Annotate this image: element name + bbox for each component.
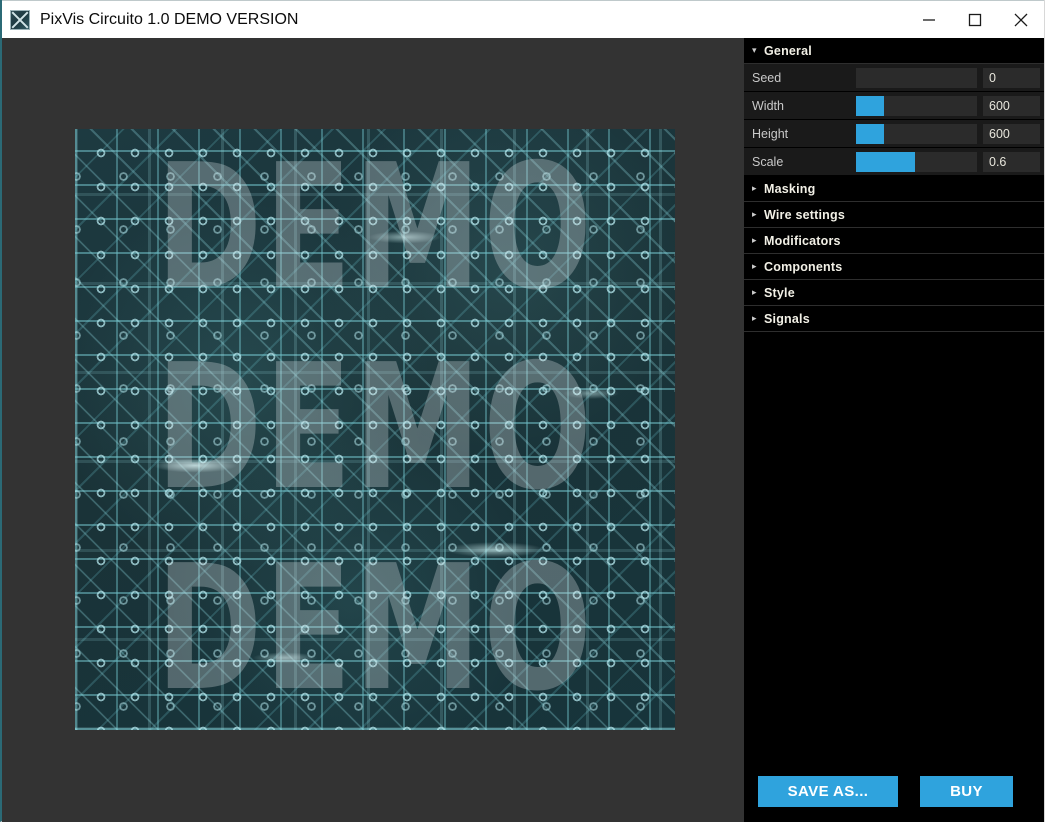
- section-label: Masking: [764, 181, 816, 196]
- chevron-right-icon: ▸: [752, 235, 757, 245]
- close-icon: [1014, 13, 1028, 27]
- section-header-components[interactable]: ▸ Components: [744, 254, 1044, 280]
- section-label: General: [764, 43, 812, 58]
- param-label: Height: [752, 126, 789, 141]
- section-header-masking[interactable]: ▸ Masking: [744, 176, 1044, 202]
- param-row-height: Height 600: [744, 120, 1044, 148]
- section-label: Wire settings: [764, 207, 845, 222]
- param-label: Seed: [752, 70, 782, 85]
- application-window: PixVis Circuito 1.0 DEMO VERSION DEMO DE…: [0, 0, 1045, 822]
- param-row-width: Width 600: [744, 92, 1044, 120]
- slider-fill: [856, 123, 884, 144]
- value-field-seed[interactable]: 0: [983, 67, 1040, 88]
- param-row-scale: Scale 0.6: [744, 148, 1044, 176]
- value-field-width[interactable]: 600: [983, 95, 1040, 116]
- chevron-right-icon: ▸: [752, 313, 757, 323]
- section-header-signals[interactable]: ▸ Signals: [744, 306, 1044, 332]
- generated-circuit-image[interactable]: DEMO DEMO DEMO: [75, 129, 675, 730]
- slider-fill: [856, 151, 916, 172]
- value-field-scale[interactable]: 0.6: [983, 151, 1040, 172]
- preview-area: DEMO DEMO DEMO: [2, 38, 747, 822]
- section-header-general[interactable]: ▾ General: [744, 38, 1044, 64]
- slider-height[interactable]: [856, 123, 977, 144]
- section-label: Style: [764, 285, 795, 300]
- section-body-general: Seed 0 Width 600 Height 600 Scale 0.6: [744, 64, 1044, 176]
- chevron-right-icon: ▸: [752, 209, 757, 219]
- window-title: PixVis Circuito 1.0 DEMO VERSION: [40, 10, 299, 28]
- buy-button[interactable]: BUY: [920, 775, 1013, 807]
- title-bar: PixVis Circuito 1.0 DEMO VERSION: [2, 0, 1044, 39]
- save-as-button[interactable]: SAVE AS...: [758, 775, 898, 807]
- param-label: Width: [752, 98, 784, 113]
- section-header-wire-settings[interactable]: ▸ Wire settings: [744, 202, 1044, 228]
- chevron-right-icon: ▸: [752, 183, 757, 193]
- minimize-button[interactable]: [906, 1, 952, 39]
- section-header-modificators[interactable]: ▸ Modificators: [744, 228, 1044, 254]
- maximize-button[interactable]: [952, 1, 998, 39]
- slider-fill: [856, 95, 884, 116]
- section-header-style[interactable]: ▸ Style: [744, 280, 1044, 306]
- circuit-pad-layer: [75, 129, 675, 730]
- panel-footer: SAVE AS... BUY: [744, 760, 1044, 822]
- window-controls: [906, 1, 1044, 39]
- app-logo-icon: [10, 9, 30, 30]
- section-label: Components: [764, 259, 843, 274]
- minimize-icon: [923, 19, 935, 21]
- chevron-right-icon: ▸: [752, 287, 757, 297]
- chevron-right-icon: ▸: [752, 261, 757, 271]
- settings-panel: ▾ General Seed 0 Width 600 Height 600 Sc…: [744, 38, 1044, 822]
- section-label: Modificators: [764, 233, 841, 248]
- param-row-seed: Seed 0: [744, 64, 1044, 92]
- chevron-down-icon: ▾: [752, 45, 757, 55]
- slider-scale[interactable]: [856, 151, 977, 172]
- value-field-height[interactable]: 600: [983, 123, 1040, 144]
- param-label: Scale: [752, 154, 784, 169]
- maximize-icon: [968, 13, 982, 27]
- slider-seed[interactable]: [856, 67, 977, 88]
- close-button[interactable]: [998, 1, 1044, 39]
- section-label: Signals: [764, 311, 810, 326]
- slider-width[interactable]: [856, 95, 977, 116]
